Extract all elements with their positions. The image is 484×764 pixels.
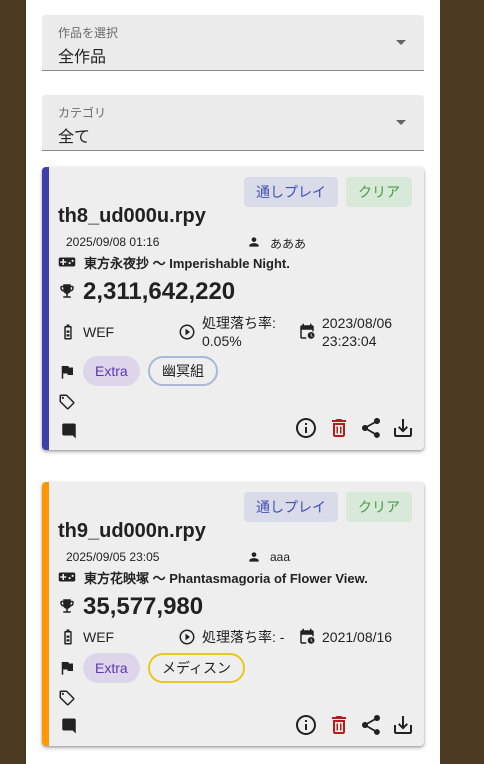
card-accent-bar — [42, 482, 49, 746]
route-chip: メディスン — [148, 653, 246, 683]
route-chip: 幽冥組 — [148, 356, 218, 386]
replay-filename: th9_ud000n.rpy — [58, 520, 206, 542]
calendar-clock-icon — [300, 628, 315, 644]
category-select[interactable]: カテゴリ 全て — [42, 95, 424, 151]
gamepad-icon — [58, 257, 76, 267]
upload-date: 2025/09/05 23:05 — [66, 550, 160, 564]
comment-icon — [62, 718, 76, 734]
calendar-clock-icon — [300, 323, 315, 339]
gamepad-icon — [58, 572, 76, 582]
clear-chip: クリア — [346, 177, 412, 207]
delete-icon[interactable] — [327, 416, 351, 440]
tag-icon — [59, 690, 75, 706]
replay-list-panel: 作品を選択 全作品 カテゴリ 全て 通しプレイ クリア th8_ud000u.r… — [26, 0, 440, 764]
share-icon[interactable] — [359, 713, 383, 737]
flag-icon — [61, 662, 73, 675]
play-date: 2023/08/06 23:23:04 — [322, 315, 393, 349]
person-icon — [249, 237, 259, 247]
replay-card: 通しプレイ クリア th9_ud000n.rpy 2025/09/05 23:0… — [42, 482, 424, 746]
replay-card: 通しプレイ クリア th8_ud000u.rpy 2025/09/08 01:1… — [42, 167, 424, 450]
play-date: 2021/08/16 — [322, 629, 393, 645]
comment-icon — [62, 423, 76, 439]
upload-date: 2025/09/08 01:16 — [66, 235, 160, 249]
run-type-chip: 通しプレイ — [244, 492, 338, 522]
uploader-name: aaa — [270, 550, 291, 564]
person-icon — [249, 552, 259, 562]
info-icon[interactable] — [294, 416, 318, 440]
shot-type: WEF — [83, 629, 115, 645]
score-value: 2,311,642,220 — [83, 278, 236, 305]
dropdown-arrow-icon[interactable] — [396, 120, 406, 125]
download-icon[interactable] — [391, 713, 415, 737]
dropdown-arrow-icon[interactable] — [396, 40, 406, 45]
run-type-chip: 通しプレイ — [244, 177, 338, 207]
battery-icon — [64, 324, 72, 340]
trophy-icon — [60, 284, 74, 298]
game-select-value: 全作品 — [58, 49, 107, 66]
clear-chip: クリア — [346, 492, 412, 522]
info-icon[interactable] — [294, 713, 318, 737]
game-title: 東方花映塚 〜 Phantasmagoria of Flower View. — [84, 571, 368, 586]
tag-icon — [59, 394, 75, 410]
flag-icon — [61, 366, 73, 379]
game-title: 東方永夜抄 〜 Imperishable Night. — [84, 256, 290, 271]
score-value: 35,577,980 — [83, 593, 204, 620]
shot-type: WEF — [83, 324, 115, 340]
difficulty-chip: Extra — [83, 653, 140, 683]
play-circle-icon — [179, 629, 195, 645]
slowdown-rate: 処理落ち率: 0.05% — [202, 315, 276, 349]
category-select-value: 全て — [58, 129, 91, 146]
share-icon[interactable] — [359, 416, 383, 440]
category-select-label: カテゴリ — [58, 106, 107, 120]
uploader-name: あああ — [270, 237, 307, 251]
difficulty-chip: Extra — [83, 356, 140, 386]
game-select[interactable]: 作品を選択 全作品 — [42, 15, 424, 71]
battery-icon — [64, 629, 72, 645]
play-circle-icon — [179, 324, 195, 340]
replay-filename: th8_ud000u.rpy — [58, 205, 206, 227]
card-accent-bar — [42, 167, 49, 450]
download-icon[interactable] — [391, 416, 415, 440]
delete-icon[interactable] — [327, 713, 351, 737]
game-select-label: 作品を選択 — [58, 26, 119, 40]
trophy-icon — [60, 599, 74, 613]
slowdown-rate: 処理落ち率: - — [202, 629, 285, 645]
